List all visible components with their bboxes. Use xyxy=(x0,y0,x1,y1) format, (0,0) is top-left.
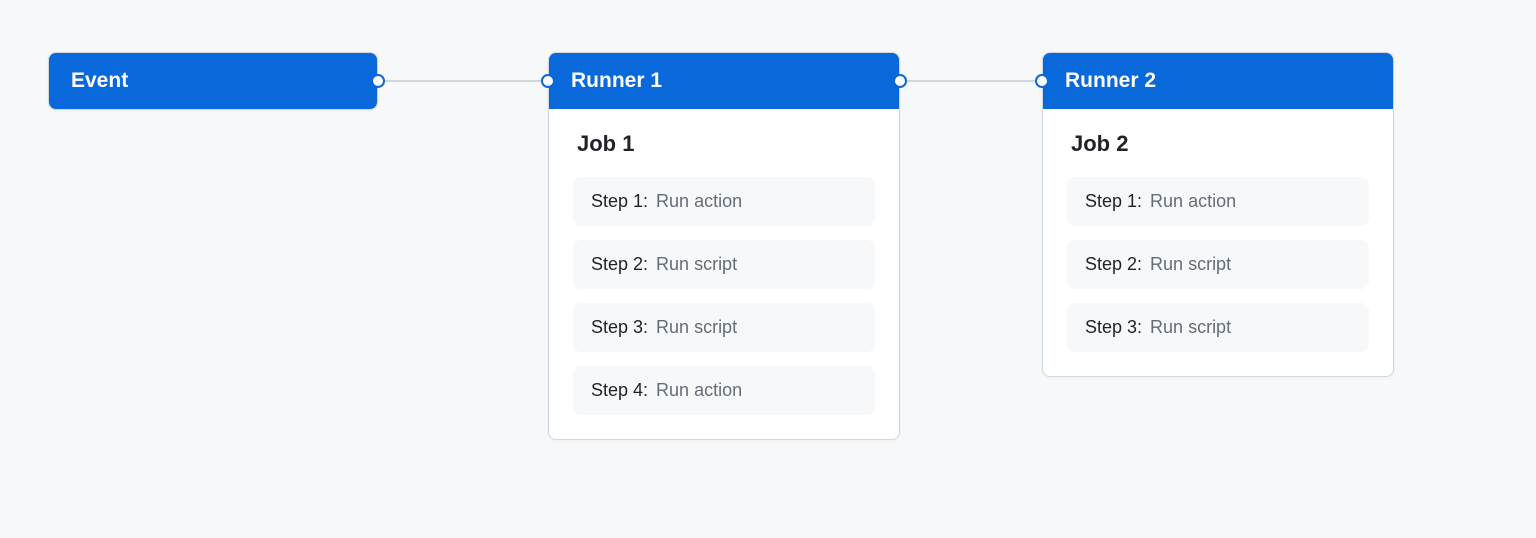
job2-step3: Step 3: Run script xyxy=(1067,303,1369,352)
port-runner2-in xyxy=(1035,74,1049,88)
step-desc: Run script xyxy=(656,317,737,338)
step-desc: Run action xyxy=(656,191,742,212)
step-desc: Run script xyxy=(656,254,737,275)
workflow-diagram: Event Runner 1 Job 1 Step 1: Run action … xyxy=(0,0,1536,538)
runner2-body: Job 2 Step 1: Run action Step 2: Run scr… xyxy=(1043,109,1393,376)
job1-title: Job 1 xyxy=(573,131,875,157)
step-desc: Run script xyxy=(1150,254,1231,275)
job2-step1: Step 1: Run action xyxy=(1067,177,1369,226)
step-label: Step 3: xyxy=(1085,317,1142,338)
job2-title: Job 2 xyxy=(1067,131,1369,157)
step-desc: Run action xyxy=(656,380,742,401)
job1-step2: Step 2: Run script xyxy=(573,240,875,289)
event-label: Event xyxy=(49,53,377,109)
step-desc: Run action xyxy=(1150,191,1236,212)
runner2-label: Runner 2 xyxy=(1043,53,1393,109)
runner1-label: Runner 1 xyxy=(549,53,899,109)
job1-step3: Step 3: Run script xyxy=(573,303,875,352)
port-runner1-in xyxy=(541,74,555,88)
port-runner1-out xyxy=(893,74,907,88)
step-label: Step 2: xyxy=(1085,254,1142,275)
step-label: Step 1: xyxy=(591,191,648,212)
job1-step4: Step 4: Run action xyxy=(573,366,875,415)
connector-runner1-runner2 xyxy=(900,80,1042,82)
step-label: Step 2: xyxy=(591,254,648,275)
connector-event-runner1 xyxy=(378,80,548,82)
runner1-body: Job 1 Step 1: Run action Step 2: Run scr… xyxy=(549,109,899,439)
step-label: Step 3: xyxy=(591,317,648,338)
job1-step1: Step 1: Run action xyxy=(573,177,875,226)
step-desc: Run script xyxy=(1150,317,1231,338)
port-event-out xyxy=(371,74,385,88)
job2-step2: Step 2: Run script xyxy=(1067,240,1369,289)
event-node: Event xyxy=(48,52,378,110)
step-label: Step 4: xyxy=(591,380,648,401)
step-label: Step 1: xyxy=(1085,191,1142,212)
runner2-node: Runner 2 Job 2 Step 1: Run action Step 2… xyxy=(1042,52,1394,377)
runner1-node: Runner 1 Job 1 Step 1: Run action Step 2… xyxy=(548,52,900,440)
